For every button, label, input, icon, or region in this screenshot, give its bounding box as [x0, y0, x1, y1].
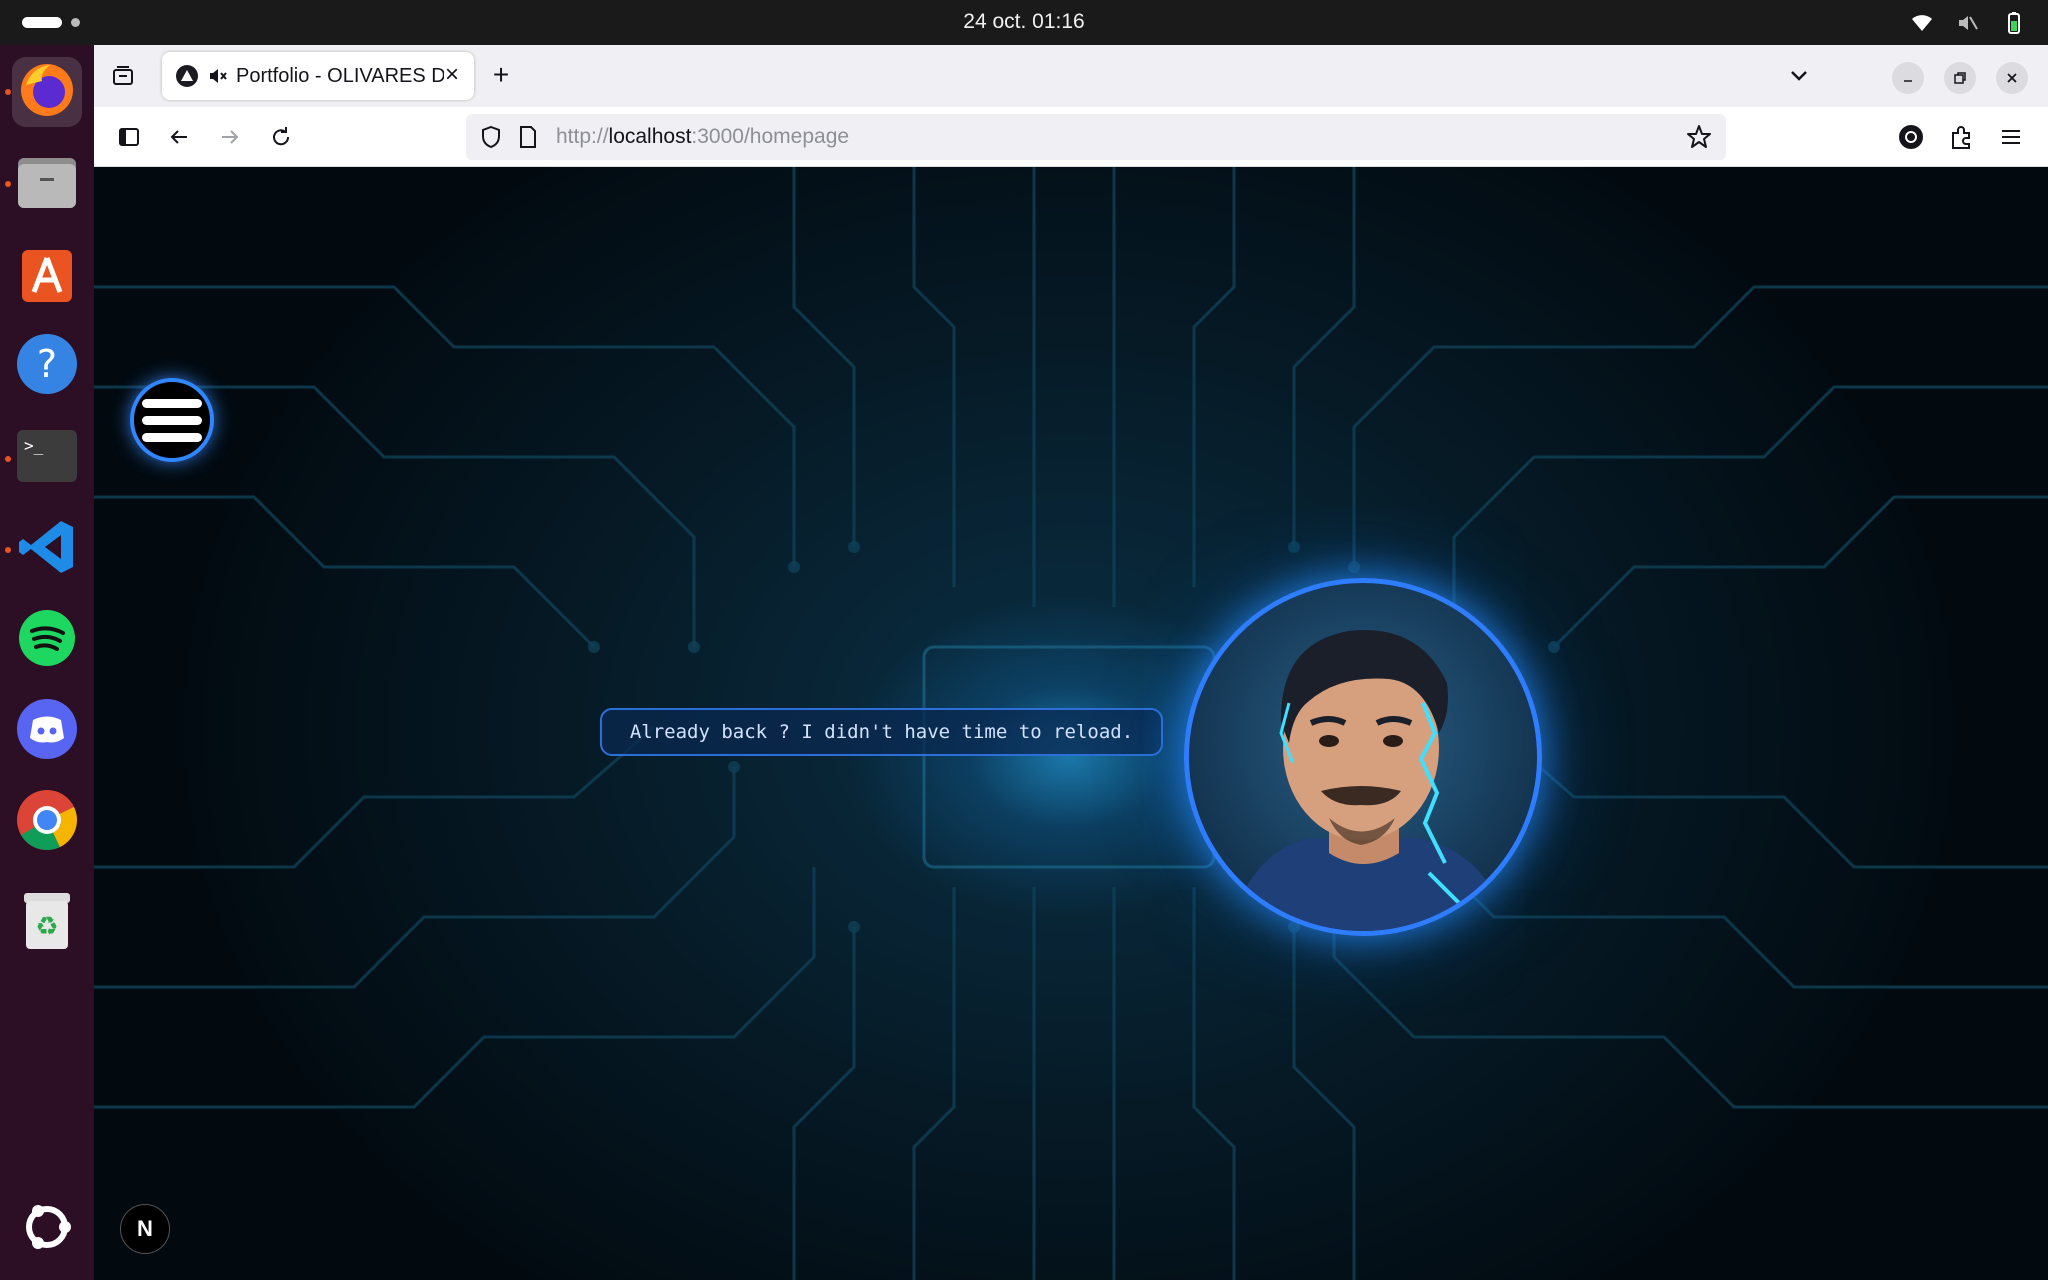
menu-button[interactable]: [130, 378, 214, 462]
tab-muted-icon[interactable]: [208, 66, 228, 86]
wifi-icon: [1910, 11, 1934, 35]
firefox-icon: [18, 61, 76, 124]
running-indicator: [5, 181, 11, 187]
navigation-toolbar: http://localhost:3000/homepage: [94, 107, 2048, 167]
svg-text:>_: >_: [24, 436, 44, 455]
dock-firefox[interactable]: [12, 57, 82, 127]
minimize-icon: [1904, 80, 1912, 82]
minimize-button[interactable]: [1892, 62, 1924, 94]
system-status-area[interactable]: [1910, 11, 2026, 35]
speech-bubble: Already back ? I didn't have time to rel…: [600, 708, 1163, 756]
menu-bar-icon: [142, 415, 202, 425]
hamburger-icon: [2002, 130, 2020, 144]
tab-title: Portfolio - OLIVARES D: [236, 64, 444, 87]
page-info-icon[interactable]: [518, 125, 538, 154]
forward-arrow-icon: [222, 130, 239, 144]
tracking-protection-shield-icon[interactable]: [480, 125, 502, 154]
tab-close-button[interactable]: ×: [440, 63, 464, 88]
chrome-icon: [16, 789, 78, 856]
ubuntu-logo-icon: [19, 1199, 75, 1260]
portfolio-homepage: Already back ? I didn't have time to rel…: [94, 167, 2048, 1280]
tab-portfolio[interactable]: Portfolio - OLIVARES D ×: [162, 52, 474, 100]
close-icon: [2007, 73, 2017, 83]
dock-files[interactable]: [12, 149, 82, 219]
forward-button[interactable]: [215, 122, 245, 152]
discord-icon: [16, 698, 78, 765]
dock-chrome[interactable]: [12, 787, 82, 857]
dock-help[interactable]: ?: [12, 331, 82, 401]
firefox-window: Portfolio - OLIVARES D × + http://localh…: [94, 45, 2048, 1280]
reload-icon: [273, 127, 290, 146]
files-icon: [16, 154, 78, 215]
dock-show-apps[interactable]: [12, 1194, 82, 1264]
menu-bar-icon: [142, 432, 202, 442]
dock-discord[interactable]: [12, 696, 82, 766]
tab-bar: Portfolio - OLIVARES D × +: [94, 45, 2048, 107]
volume-muted-icon: [1956, 11, 1980, 35]
extensions-button[interactable]: [1946, 122, 1976, 152]
url-bar[interactable]: http://localhost:3000/homepage: [466, 114, 1726, 160]
url-path: :3000/homepage: [691, 125, 850, 148]
dock-spotify[interactable]: [12, 605, 82, 675]
vscode-icon: [17, 517, 77, 582]
portrait-illustration: [1229, 630, 1509, 931]
restore-icon: [1954, 72, 1966, 84]
account-icon: [1899, 125, 1923, 149]
battery-icon: [2002, 11, 2026, 35]
running-indicator: [5, 547, 11, 553]
list-all-tabs-button[interactable]: [1784, 61, 1814, 91]
close-window-button[interactable]: [1996, 62, 2028, 94]
puzzle-icon: [1952, 126, 1970, 149]
firefox-view-button[interactable]: [108, 61, 138, 91]
sidebar-icon: [119, 128, 139, 146]
dock-trash[interactable]: ♻: [12, 887, 82, 957]
new-tab-button[interactable]: +: [484, 59, 518, 93]
dock-vscode[interactable]: [12, 514, 82, 584]
running-indicator: [5, 456, 11, 462]
back-button[interactable]: [164, 122, 194, 152]
svg-text:?: ?: [37, 342, 57, 386]
help-icon: ?: [16, 333, 78, 400]
nextjs-dev-badge[interactable]: N: [120, 1204, 170, 1254]
system-clock[interactable]: 24 oct. 01:16: [0, 10, 2048, 34]
url-scheme: http://: [556, 125, 609, 148]
restore-button[interactable]: [1944, 62, 1976, 94]
spotify-icon: [18, 609, 76, 672]
sidebar-toggle-button[interactable]: [114, 122, 144, 152]
url-host: localhost: [608, 125, 692, 148]
running-indicator: [5, 89, 11, 95]
terminal-icon: >_: [16, 429, 78, 488]
bookmark-star-icon[interactable]: [1686, 124, 1712, 155]
dock-terminal[interactable]: >_: [12, 423, 82, 493]
account-button[interactable]: [1896, 122, 1926, 152]
dock-app-center[interactable]: [12, 240, 82, 310]
app-menu-button[interactable]: [1996, 122, 2026, 152]
reload-button[interactable]: [266, 122, 296, 152]
app-center-icon: [20, 242, 74, 309]
trash-icon: ♻: [20, 889, 74, 956]
dock: ? >_ ♻: [0, 45, 94, 1280]
system-top-bar: 24 oct. 01:16: [0, 0, 2048, 45]
menu-bar-icon: [142, 398, 202, 408]
site-favicon-icon: [176, 65, 198, 87]
back-arrow-icon: [170, 130, 187, 144]
profile-avatar[interactable]: [1184, 578, 1542, 936]
url-text[interactable]: http://localhost:3000/homepage: [556, 125, 849, 149]
svg-text:♻: ♻: [35, 912, 58, 942]
